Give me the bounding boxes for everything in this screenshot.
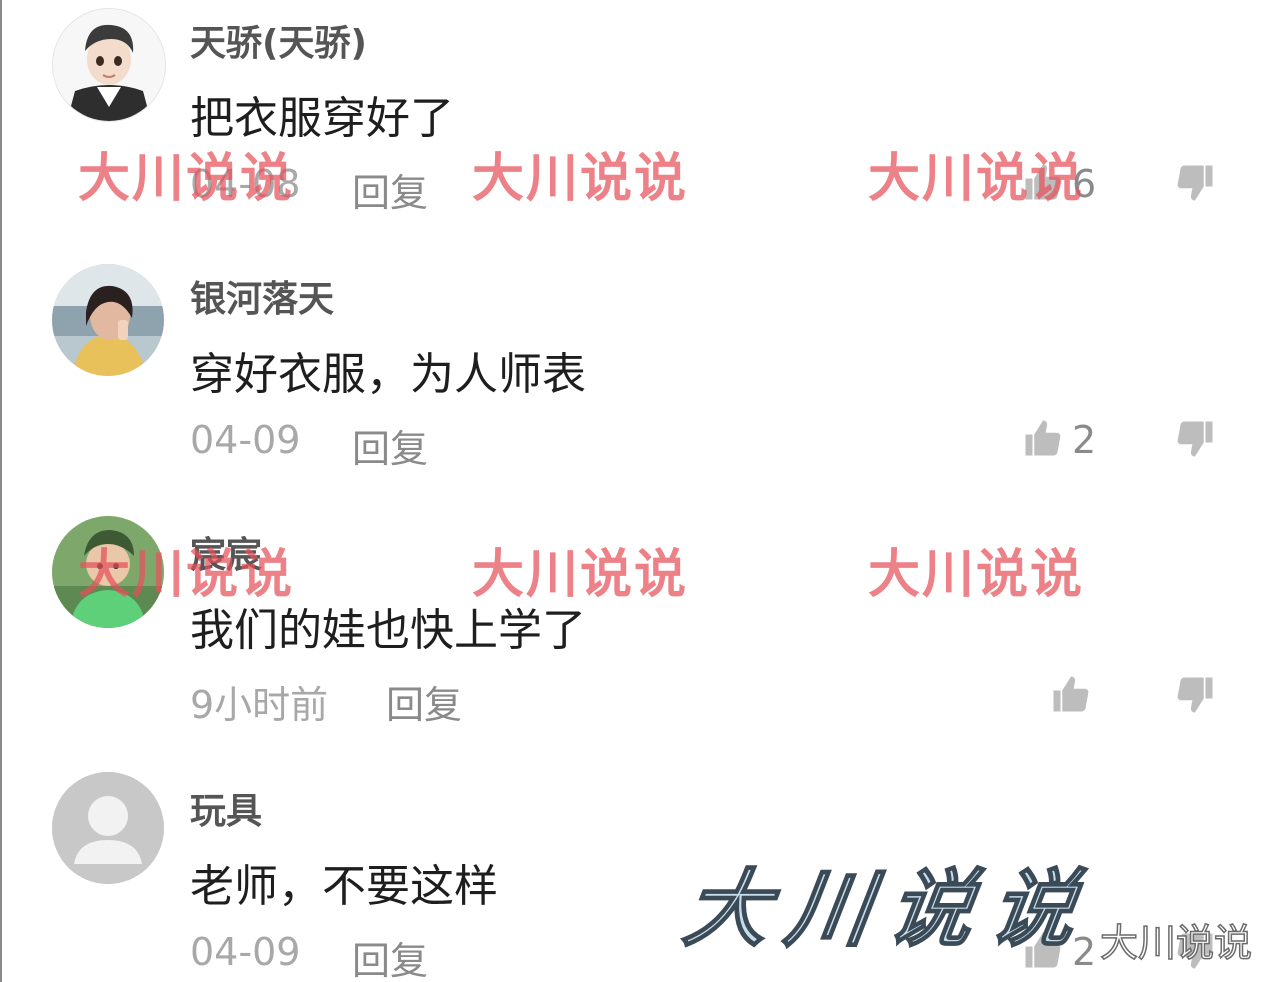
comment-username[interactable]: 银河落天 — [190, 270, 334, 322]
default-user-avatar-icon — [52, 772, 164, 884]
comment-text: 把衣服穿好了 — [190, 93, 454, 144]
thumbs-up-icon — [1050, 673, 1092, 719]
comment-username[interactable]: 宸宸 — [190, 526, 262, 578]
thumbs-up-icon — [1022, 161, 1064, 207]
dislike-button[interactable] — [1174, 162, 1216, 206]
like-count: 2 — [1072, 930, 1097, 974]
thumbs-down-icon — [1174, 677, 1216, 720]
user-avatar[interactable] — [52, 264, 164, 376]
comment-username[interactable]: 天骄(天骄) — [190, 14, 367, 66]
thumbs-up-icon — [1022, 929, 1064, 975]
reply-button[interactable]: 回复 — [352, 418, 428, 473]
user-avatar[interactable] — [52, 8, 166, 122]
comment-date: 04-09 — [190, 930, 301, 974]
comment-username[interactable]: 玩具 — [190, 782, 262, 834]
user-avatar[interactable] — [52, 516, 164, 628]
like-button[interactable] — [1050, 674, 1100, 718]
dislike-button[interactable] — [1174, 674, 1216, 718]
thumbs-up-icon — [1022, 417, 1064, 463]
like-button[interactable]: 2 — [1022, 930, 1096, 974]
comment-date: 04-08 — [190, 162, 301, 206]
comment-date: 9小时前 — [190, 683, 329, 727]
like-count: 6 — [1072, 162, 1097, 206]
comment-date: 04-09 — [190, 418, 301, 462]
dislike-button[interactable] — [1174, 418, 1216, 462]
thumbs-down-icon — [1174, 933, 1216, 976]
child-photo-avatar-icon — [52, 516, 164, 628]
comment-text: 穿好衣服，为人师表 — [190, 349, 586, 400]
dislike-button[interactable] — [1174, 930, 1216, 974]
reply-button[interactable]: 回复 — [352, 162, 428, 217]
woman-photo-avatar-icon — [52, 264, 164, 376]
comment-item: 天骄(天骄) 把衣服穿好了 04-08 回复 6 — [2, 0, 1280, 250]
comment-text: 我们的娃也快上学了 — [190, 605, 586, 656]
like-button[interactable]: 2 — [1022, 418, 1096, 462]
reply-button[interactable]: 回复 — [386, 674, 462, 729]
like-button[interactable]: 6 — [1022, 162, 1096, 206]
comment-item: 玩具 老师，不要这样 04-09 回复 2 — [2, 768, 1280, 982]
thumbs-down-icon — [1174, 421, 1216, 464]
comment-text: 老师，不要这样 — [190, 861, 498, 912]
comment-item: 银河落天 穿好衣服，为人师表 04-09 回复 2 — [2, 256, 1280, 506]
reply-button[interactable]: 回复 — [352, 930, 428, 982]
comment-item: 宸宸 我们的娃也快上学了 9小时前 回复 — [2, 512, 1280, 762]
comment-list: 天骄(天骄) 把衣服穿好了 04-08 回复 6 银河落天 穿好衣服，为人师表 … — [0, 0, 1280, 982]
cartoon-boy-avatar-icon — [53, 9, 165, 121]
like-count: 2 — [1072, 418, 1097, 462]
user-avatar[interactable] — [52, 772, 164, 884]
thumbs-down-icon — [1174, 165, 1216, 208]
